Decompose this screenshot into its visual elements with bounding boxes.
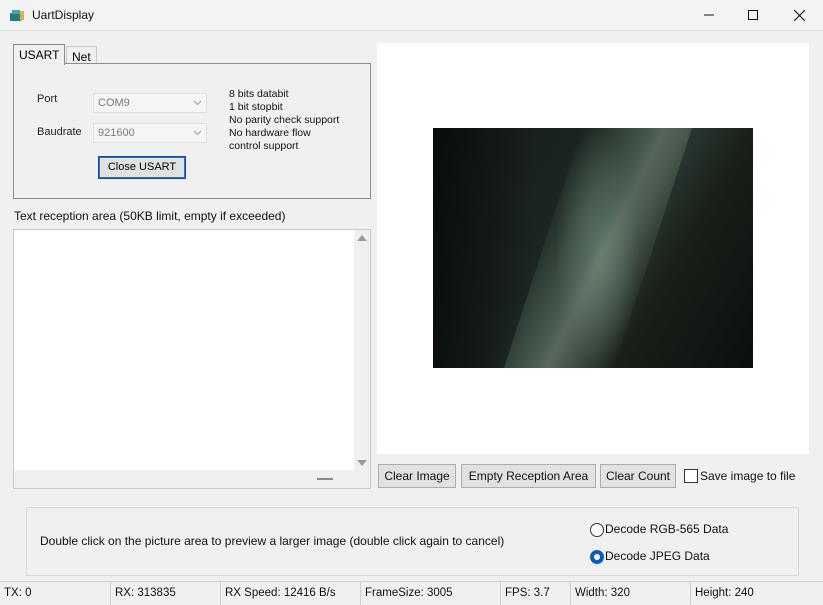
info-line: control support bbox=[229, 140, 299, 152]
port-value: COM9 bbox=[98, 97, 130, 109]
clear-count-button[interactable]: Clear Count bbox=[600, 464, 676, 488]
status-fps: FPS: 3.7 bbox=[501, 582, 571, 605]
radio-jpeg-label[interactable]: Decode JPEG Data bbox=[605, 549, 710, 563]
status-rx: RX: 313835 bbox=[111, 582, 221, 605]
maximize-icon bbox=[748, 10, 758, 20]
serial-info-text: 8 bits databit 1 bit stopbit No parity c… bbox=[229, 88, 339, 153]
minimize-icon bbox=[704, 14, 714, 16]
port-label: Port bbox=[37, 93, 58, 105]
radio-rgb565[interactable] bbox=[590, 523, 604, 537]
app-icon bbox=[10, 10, 24, 21]
clear-image-button[interactable]: Clear Image bbox=[378, 464, 456, 488]
main-content: USART Net Port COM9 Baudrate 921600 Clos… bbox=[0, 31, 823, 605]
port-select[interactable]: COM9 bbox=[93, 93, 207, 113]
decode-options-panel: Double click on the picture area to prev… bbox=[26, 507, 799, 576]
status-tx: TX: 0 bbox=[0, 582, 111, 605]
camera-frame-image bbox=[433, 128, 753, 368]
minimize-button[interactable] bbox=[686, 0, 732, 30]
reception-area-label: Text reception area (50KB limit, empty i… bbox=[14, 209, 286, 223]
horizontal-scrollbar[interactable] bbox=[14, 470, 370, 488]
info-line: 8 bits databit bbox=[229, 88, 289, 100]
close-usart-button[interactable]: Close USART bbox=[98, 156, 186, 179]
status-frame-size: FrameSize: 3005 bbox=[361, 582, 501, 605]
close-icon bbox=[793, 9, 805, 21]
picture-area[interactable] bbox=[377, 43, 809, 454]
baudrate-value: 921600 bbox=[98, 127, 135, 139]
baudrate-select[interactable]: 921600 bbox=[93, 123, 207, 143]
status-rx-speed: RX Speed: 12416 B/s bbox=[221, 582, 361, 605]
scroll-up-icon[interactable] bbox=[357, 235, 367, 241]
empty-reception-button[interactable]: Empty Reception Area bbox=[461, 464, 596, 488]
chevron-down-icon bbox=[193, 130, 202, 136]
window-title: UartDisplay bbox=[32, 8, 95, 22]
checkbox-box[interactable] bbox=[684, 469, 698, 483]
maximize-button[interactable] bbox=[730, 0, 776, 30]
baudrate-label: Baudrate bbox=[37, 126, 82, 138]
tab-usart[interactable]: USART bbox=[13, 44, 66, 65]
info-line: No hardware flow bbox=[229, 127, 311, 139]
text-reception-area[interactable] bbox=[13, 229, 371, 489]
status-bar: TX: 0 RX: 313835 RX Speed: 12416 B/s Fra… bbox=[0, 581, 823, 605]
info-line: No parity check support bbox=[229, 114, 340, 126]
usart-settings-panel: Port COM9 Baudrate 921600 Close USART 8 … bbox=[13, 63, 371, 199]
resize-grip-icon bbox=[317, 478, 333, 480]
chevron-down-icon bbox=[193, 100, 202, 106]
save-image-label[interactable]: Save image to file bbox=[700, 469, 795, 483]
radio-jpeg[interactable] bbox=[590, 550, 604, 564]
radio-rgb565-label[interactable]: Decode RGB-565 Data bbox=[605, 522, 728, 536]
vertical-scrollbar[interactable] bbox=[354, 230, 370, 470]
save-image-checkbox[interactable]: Save image to file bbox=[684, 469, 814, 485]
status-width: Width: 320 bbox=[571, 582, 691, 605]
title-bar: UartDisplay bbox=[0, 0, 823, 31]
scroll-down-icon[interactable] bbox=[357, 460, 367, 466]
status-height: Height: 240 bbox=[695, 587, 754, 599]
info-line: 1 bit stopbit bbox=[229, 101, 283, 113]
close-button[interactable] bbox=[776, 0, 822, 30]
preview-hint: Double click on the picture area to prev… bbox=[40, 534, 505, 548]
